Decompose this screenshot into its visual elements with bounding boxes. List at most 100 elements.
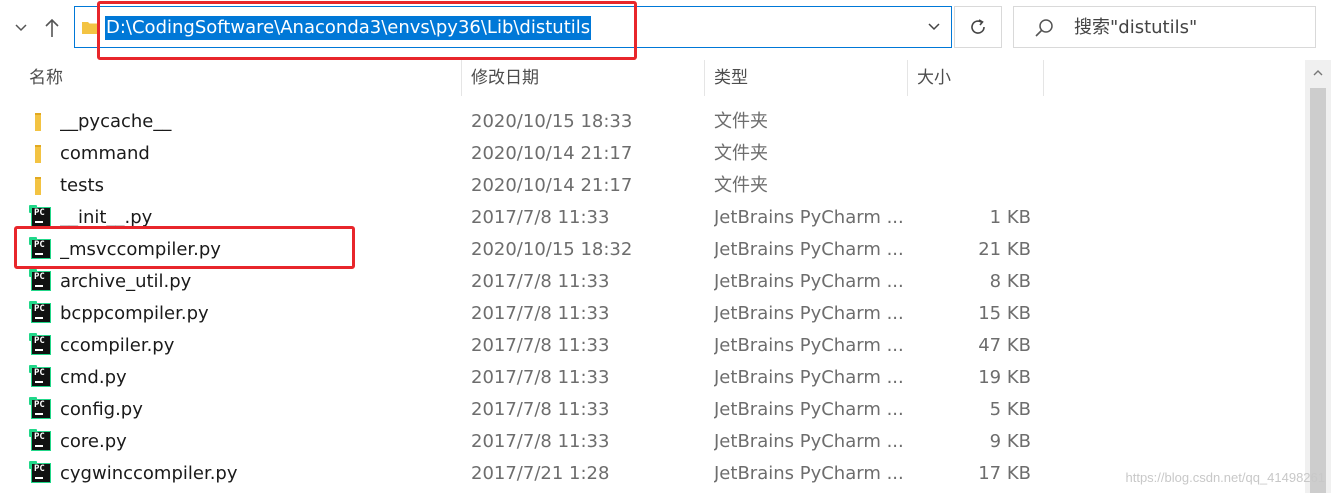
column-type[interactable]: 类型 bbox=[714, 60, 748, 96]
file-date: 2020/10/14 21:17 bbox=[471, 175, 633, 196]
search-input[interactable]: 搜索"distutils" bbox=[1013, 6, 1316, 48]
address-bar[interactable]: D:\CodingSoftware\Anaconda3\envs\py36\Li… bbox=[74, 6, 952, 48]
column-date[interactable]: 修改日期 bbox=[471, 60, 539, 96]
file-type: JetBrains PyCharm ... bbox=[714, 207, 904, 228]
chevron-up-icon bbox=[1313, 70, 1323, 76]
file-size bbox=[917, 106, 1031, 138]
file-type: JetBrains PyCharm ... bbox=[714, 399, 904, 420]
file-row[interactable]: PC config.py 2017/7/8 11:33 JetBrains PyCha… bbox=[0, 394, 1305, 426]
file-name: __init__.py bbox=[60, 207, 153, 228]
file-row[interactable]: PC cygwinccompiler.py 2017/7/21 1:28 JetBra… bbox=[0, 458, 1305, 490]
search-placeholder: 搜索"distutils" bbox=[1074, 17, 1198, 38]
vertical-scrollbar[interactable] bbox=[1305, 60, 1331, 493]
pycharm-icon: PC bbox=[29, 397, 53, 421]
file-type: JetBrains PyCharm ... bbox=[714, 431, 904, 452]
file-name: bcppcompiler.py bbox=[60, 303, 209, 324]
up-button[interactable] bbox=[40, 14, 64, 42]
file-type: 文件夹 bbox=[714, 175, 768, 196]
file-type: JetBrains PyCharm ... bbox=[714, 463, 904, 484]
file-size: 17 KB bbox=[978, 463, 1031, 484]
search-icon bbox=[1035, 19, 1053, 37]
file-size: 9 KB bbox=[989, 431, 1031, 452]
file-name: config.py bbox=[60, 399, 143, 420]
pycharm-icon: PC bbox=[29, 269, 53, 293]
file-row[interactable]: PC cmd.py 2017/7/8 11:33 JetBrains PyCharm … bbox=[0, 362, 1305, 394]
file-name: _msvccompiler.py bbox=[60, 239, 221, 260]
column-divider[interactable] bbox=[461, 60, 462, 96]
refresh-icon bbox=[971, 19, 985, 34]
file-size: 15 KB bbox=[978, 303, 1031, 324]
pycharm-icon: PC bbox=[29, 429, 53, 453]
file-type: JetBrains PyCharm ... bbox=[714, 239, 904, 260]
column-size[interactable]: 大小 bbox=[917, 60, 951, 96]
chevron-down-icon bbox=[15, 24, 27, 32]
folder-icon bbox=[31, 111, 53, 133]
address-dropdown-button[interactable] bbox=[925, 18, 943, 36]
file-row[interactable]: PC __init__.py 2017/7/8 11:33 JetBrains PyC… bbox=[0, 202, 1305, 234]
file-date: 2017/7/8 11:33 bbox=[471, 399, 610, 420]
file-name: archive_util.py bbox=[60, 271, 192, 292]
file-type: 文件夹 bbox=[714, 143, 768, 164]
chevron-down-icon bbox=[928, 23, 940, 31]
file-name: cygwinccompiler.py bbox=[60, 463, 238, 484]
file-name: core.py bbox=[60, 431, 127, 452]
pycharm-icon: PC bbox=[29, 301, 53, 325]
file-row[interactable]: command 2020/10/14 21:17 文件夹 bbox=[0, 138, 1305, 170]
file-row[interactable]: __pycache__ 2020/10/15 18:33 文件夹 bbox=[0, 106, 1305, 138]
file-size: 21 KB bbox=[978, 239, 1031, 260]
scroll-up-button[interactable] bbox=[1305, 60, 1331, 86]
file-date: 2020/10/14 21:17 bbox=[471, 143, 633, 164]
pycharm-icon: PC bbox=[29, 205, 53, 229]
folder-icon bbox=[31, 143, 53, 165]
file-row[interactable]: PC bcppcompiler.py 2017/7/8 11:33 JetBrains… bbox=[0, 298, 1305, 330]
file-size bbox=[917, 138, 1031, 170]
file-date: 2017/7/8 11:33 bbox=[471, 367, 610, 388]
column-name[interactable]: 名称 bbox=[29, 60, 63, 96]
file-date: 2017/7/8 11:33 bbox=[471, 431, 610, 452]
file-name: cmd.py bbox=[60, 367, 127, 388]
column-divider[interactable] bbox=[1043, 60, 1044, 96]
folder-icon bbox=[31, 175, 53, 197]
column-header: 名称 修改日期 类型 大小 bbox=[0, 60, 1305, 96]
file-size: 19 KB bbox=[978, 367, 1031, 388]
address-path[interactable]: D:\CodingSoftware\Anaconda3\envs\py36\Li… bbox=[105, 16, 592, 40]
file-date: 2017/7/8 11:33 bbox=[471, 271, 610, 292]
file-date: 2020/10/15 18:33 bbox=[471, 111, 633, 132]
pycharm-icon: PC bbox=[29, 237, 53, 261]
file-date: 2017/7/8 11:33 bbox=[471, 303, 610, 324]
file-name: ccompiler.py bbox=[60, 335, 175, 356]
pycharm-icon: PC bbox=[29, 365, 53, 389]
file-date: 2020/10/15 18:32 bbox=[471, 239, 633, 260]
file-date: 2017/7/21 1:28 bbox=[471, 463, 610, 484]
file-size: 47 KB bbox=[978, 335, 1031, 356]
file-row[interactable]: PC ccompiler.py 2017/7/8 11:33 JetBrains Py… bbox=[0, 330, 1305, 362]
arrow-up-icon bbox=[45, 18, 59, 37]
file-size: 8 KB bbox=[989, 271, 1031, 292]
refresh-button[interactable] bbox=[954, 6, 1002, 48]
scroll-thumb[interactable] bbox=[1310, 88, 1326, 493]
file-row[interactable]: PC archive_util.py 2017/7/8 11:33 JetBrains… bbox=[0, 266, 1305, 298]
file-row[interactable]: PC _msvccompiler.py 2020/10/15 18:32 JetBra… bbox=[0, 234, 1305, 266]
pycharm-icon: PC bbox=[29, 461, 53, 485]
file-type: JetBrains PyCharm ... bbox=[714, 335, 904, 356]
folder-icon bbox=[82, 22, 98, 34]
file-date: 2017/7/8 11:33 bbox=[471, 207, 610, 228]
recent-locations-button[interactable] bbox=[10, 14, 32, 42]
file-row[interactable]: tests 2020/10/14 21:17 文件夹 bbox=[0, 170, 1305, 202]
file-type: JetBrains PyCharm ... bbox=[714, 271, 904, 292]
file-date: 2017/7/8 11:33 bbox=[471, 335, 610, 356]
watermark: https://blog.csdn.net/qq_41498261 bbox=[1125, 470, 1326, 485]
file-type: JetBrains PyCharm ... bbox=[714, 367, 904, 388]
file-size: 1 KB bbox=[989, 207, 1031, 228]
file-size: 5 KB bbox=[989, 399, 1031, 420]
file-name: __pycache__ bbox=[60, 111, 172, 132]
file-size bbox=[917, 170, 1031, 202]
pycharm-icon: PC bbox=[29, 333, 53, 357]
file-name: command bbox=[60, 143, 150, 164]
file-type: JetBrains PyCharm ... bbox=[714, 303, 904, 324]
column-divider[interactable] bbox=[704, 60, 705, 96]
file-row[interactable]: PC core.py 2017/7/8 11:33 JetBrains PyCharm… bbox=[0, 426, 1305, 458]
file-type: 文件夹 bbox=[714, 111, 768, 132]
column-divider[interactable] bbox=[907, 60, 908, 96]
file-list: __pycache__ 2020/10/15 18:33 文件夹 command 202… bbox=[0, 106, 1305, 496]
